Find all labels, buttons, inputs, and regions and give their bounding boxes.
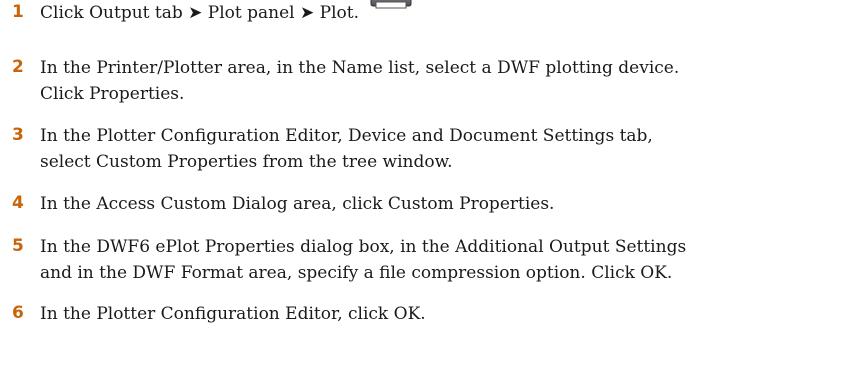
step-5-line-2: and in the DWF Format area, specify a fi… (40, 263, 673, 283)
step-number: 4 (12, 193, 24, 213)
step-number: 3 (12, 125, 24, 145)
step-1-text: Click Output tab ➤ Plot panel ➤ Plot. (40, 3, 359, 23)
step-5-line-1: In the DWF6 ePlot Properties dialog box,… (40, 237, 687, 257)
step-3-line-2: select Custom Properties from the tree w… (40, 152, 453, 172)
step-number: 6 (12, 303, 24, 323)
step-2-line-1: In the Printer/Plotter area, in the Name… (40, 58, 680, 78)
step-text: In the Plotter Configuration Editor, cli… (40, 301, 850, 327)
step-3-line-1: In the Plotter Configuration Editor, Dev… (40, 126, 653, 146)
step-number: 2 (12, 57, 24, 77)
step-number: 5 (12, 236, 24, 256)
step-4-line-1: In the Access Custom Dialog area, click … (40, 194, 555, 214)
step-6-line-1: In the Plotter Configuration Editor, cli… (40, 304, 426, 324)
step-number: 1 (12, 2, 24, 22)
step-text: In the Plotter Configuration Editor, Dev… (40, 123, 850, 175)
step-text: In the Access Custom Dialog area, click … (40, 191, 850, 217)
step-2-line-2: Click Properties. (40, 84, 185, 104)
step-text: In the DWF6 ePlot Properties dialog box,… (40, 234, 850, 286)
plot-icon (369, 0, 413, 20)
step-text: In the Printer/Plotter area, in the Name… (40, 55, 850, 107)
step-text: Click Output tab ➤ Plot panel ➤ Plot. (40, 0, 850, 26)
